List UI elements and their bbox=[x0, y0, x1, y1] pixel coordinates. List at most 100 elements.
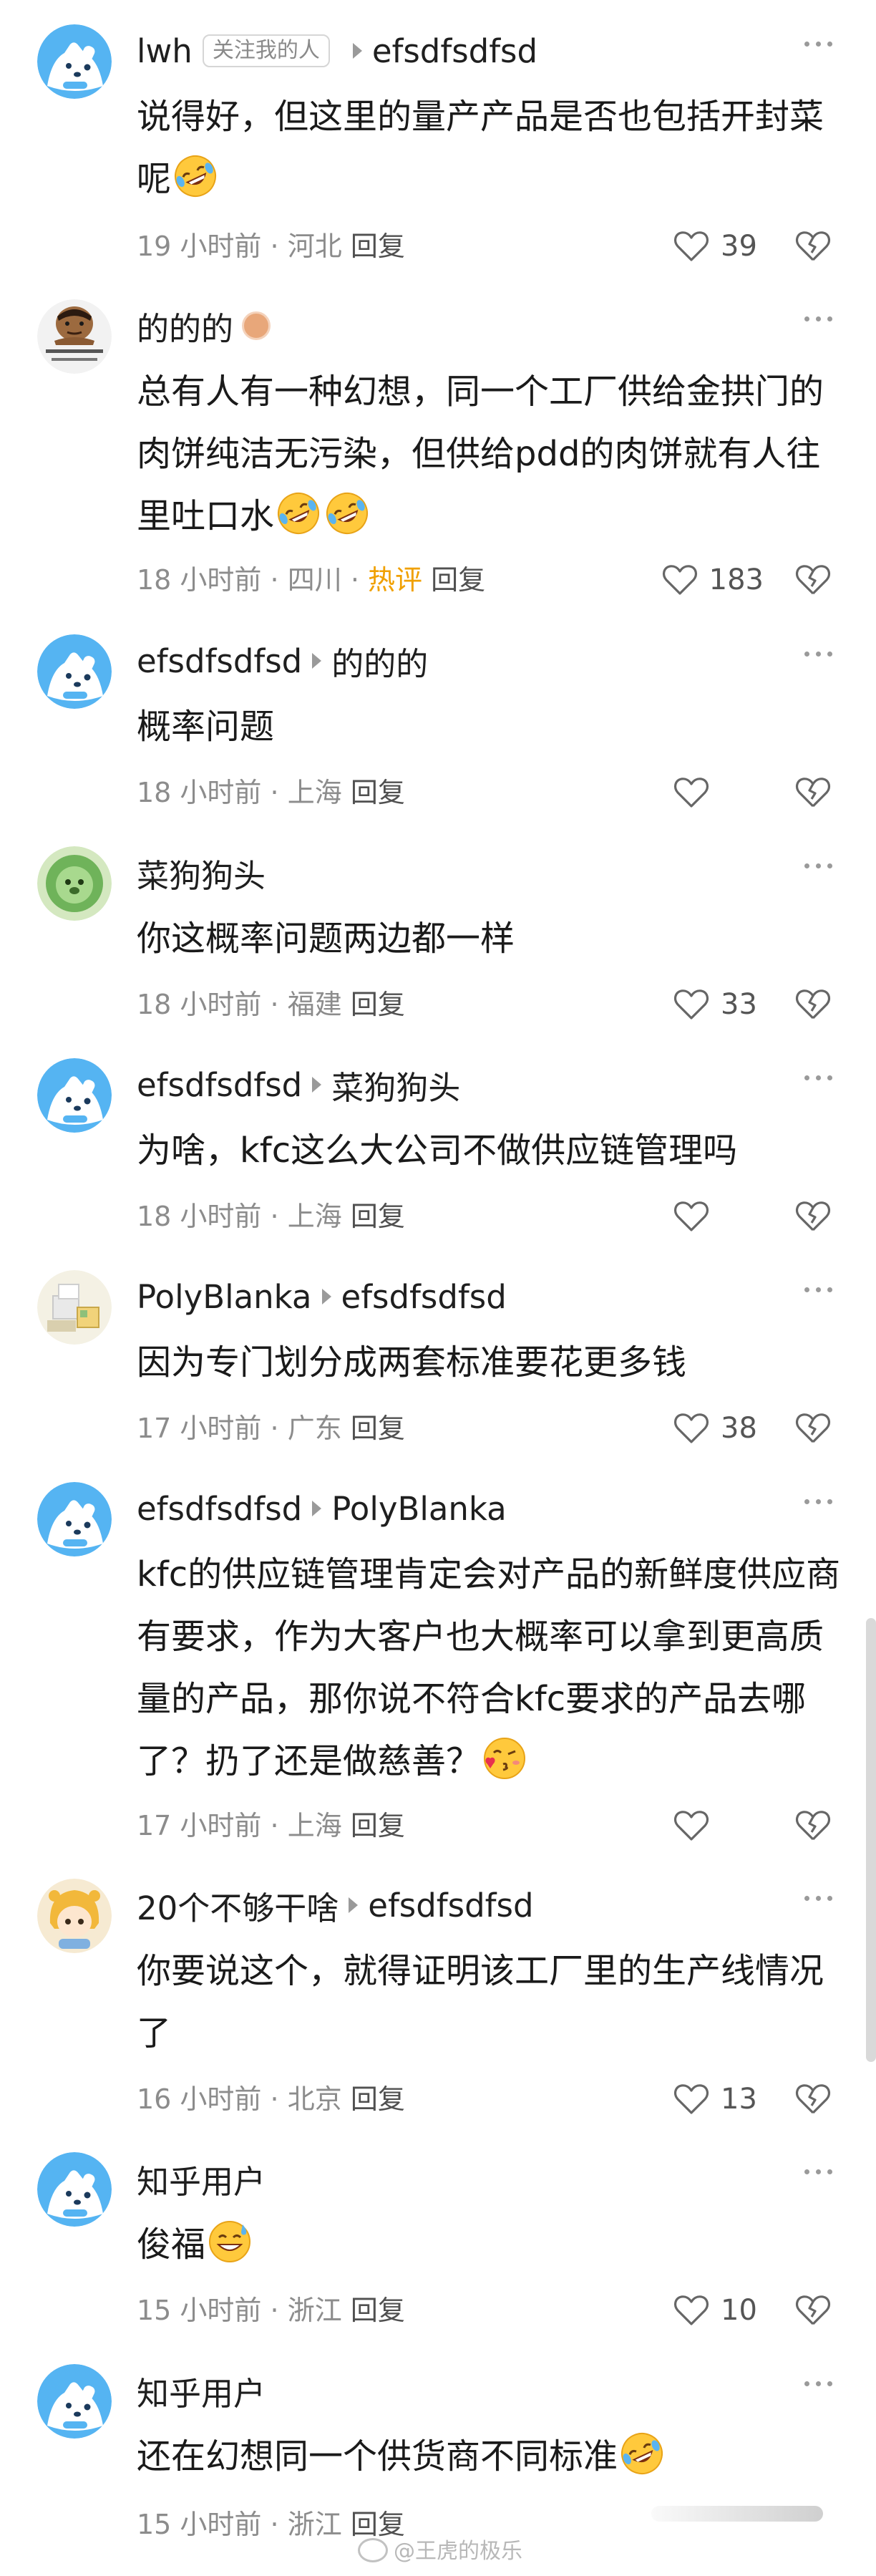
green-lion-avatar[interactable] bbox=[37, 846, 112, 921]
watermark-text: @王虎的极乐 bbox=[394, 2539, 522, 2564]
comment-region: 四川 bbox=[287, 564, 342, 596]
comment-text: 还在幻想同一个供货商不同标准 bbox=[137, 2436, 618, 2476]
more-options-icon[interactable] bbox=[804, 1896, 832, 1901]
cartoon-dog-avatar[interactable] bbox=[37, 24, 112, 99]
like-button[interactable]: 38 bbox=[672, 1409, 764, 1448]
more-options-icon[interactable] bbox=[804, 1499, 832, 1504]
dislike-button[interactable] bbox=[794, 2291, 832, 2330]
comment-text: 俊福 bbox=[137, 2224, 206, 2265]
cartoon-dog-avatar[interactable] bbox=[37, 2152, 112, 2227]
heart-icon bbox=[672, 2291, 711, 2330]
more-options-icon[interactable] bbox=[804, 42, 832, 47]
boxes-avatar[interactable] bbox=[37, 1270, 112, 1345]
cartoon-dog-avatar[interactable] bbox=[37, 2364, 112, 2439]
more-options-icon[interactable] bbox=[804, 2169, 832, 2174]
reply-button[interactable]: 回复 bbox=[351, 2083, 405, 2115]
heart-icon bbox=[672, 2080, 711, 2119]
reply-to-username[interactable]: efsdfsdfsd bbox=[341, 1278, 507, 1316]
reply-button[interactable]: 回复 bbox=[351, 1201, 405, 1232]
more-options-icon[interactable] bbox=[804, 1075, 832, 1080]
comment-actions bbox=[672, 771, 832, 814]
reply-to-username[interactable]: efsdfsdfsd bbox=[368, 1887, 533, 1924]
reply-arrow-icon bbox=[349, 1897, 359, 1913]
reply-button[interactable]: 回复 bbox=[351, 989, 405, 1020]
username[interactable]: 知乎用户 bbox=[137, 2368, 266, 2414]
more-options-icon[interactable] bbox=[804, 2381, 832, 2386]
comment-meta: 18 小时前 · 上海 回复 bbox=[137, 1195, 405, 1238]
comment-region: 福建 bbox=[287, 989, 342, 1020]
more-options-icon[interactable] bbox=[804, 1287, 832, 1292]
dislike-button[interactable] bbox=[794, 227, 832, 266]
dislike-button[interactable] bbox=[794, 2080, 832, 2119]
reply-to-username[interactable]: 菜狗狗头 bbox=[331, 1062, 460, 1108]
username[interactable]: 的的的 bbox=[137, 303, 233, 349]
username[interactable]: lwh bbox=[137, 32, 193, 70]
comment-header: efsdfsdfsd 的的的 bbox=[137, 634, 428, 687]
like-button[interactable] bbox=[672, 773, 764, 812]
scrollbar[interactable] bbox=[866, 1618, 876, 2062]
comment-header: lwh 关注我的人 efsdfsdfsd bbox=[137, 24, 537, 77]
meta-separator: · bbox=[270, 777, 279, 808]
like-count: 10 bbox=[721, 2294, 757, 2327]
cartoon-dog-avatar[interactable] bbox=[37, 1482, 112, 1556]
broken-heart-icon bbox=[794, 1806, 832, 1845]
comment-text-block: 俊福 bbox=[137, 2214, 842, 2276]
broken-heart-icon bbox=[794, 2080, 832, 2119]
broken-heart-icon bbox=[794, 561, 832, 599]
reply-to-username[interactable]: PolyBlanka bbox=[331, 1490, 507, 1528]
username[interactable]: PolyBlanka bbox=[137, 1278, 312, 1316]
reply-button[interactable]: 回复 bbox=[351, 777, 405, 808]
username[interactable]: efsdfsdfsd bbox=[137, 642, 302, 680]
comment-header: PolyBlanka efsdfsdfsd bbox=[137, 1270, 507, 1323]
reply-arrow-icon bbox=[312, 653, 322, 669]
dislike-button[interactable] bbox=[794, 1409, 832, 1448]
more-options-icon[interactable] bbox=[804, 316, 832, 321]
comment-actions bbox=[672, 1804, 832, 1847]
like-button[interactable] bbox=[672, 1197, 764, 1236]
username[interactable]: efsdfsdfsd bbox=[137, 1490, 302, 1528]
reply-button[interactable]: 回复 bbox=[351, 1810, 405, 1841]
dislike-button[interactable] bbox=[794, 985, 832, 1024]
heart-icon bbox=[672, 985, 711, 1024]
heart-icon bbox=[672, 1409, 711, 1448]
broken-heart-icon bbox=[794, 1197, 832, 1236]
comment-text: 说得好，但这里的量产产品是否也包括开封菜呢 bbox=[137, 97, 824, 199]
reply-button[interactable]: 回复 bbox=[351, 2295, 405, 2326]
like-button[interactable]: 13 bbox=[672, 2080, 764, 2119]
comment-region: 浙江 bbox=[287, 2509, 342, 2540]
reply-arrow-icon bbox=[321, 1289, 331, 1304]
like-button[interactable]: 10 bbox=[672, 2291, 764, 2330]
more-options-icon[interactable] bbox=[804, 863, 832, 868]
watermark: @王虎的极乐 bbox=[358, 2533, 522, 2565]
reply-to-username[interactable]: 的的的 bbox=[331, 638, 428, 684]
comment-region: 北京 bbox=[287, 2083, 342, 2115]
like-button[interactable]: 39 bbox=[672, 227, 764, 266]
dislike-button[interactable] bbox=[794, 773, 832, 812]
like-button[interactable] bbox=[672, 1806, 764, 1845]
heart-icon bbox=[672, 1806, 711, 1845]
comment-header: 菜狗狗头 bbox=[137, 846, 266, 899]
username[interactable]: efsdfsdfsd bbox=[137, 1066, 302, 1104]
like-button[interactable]: 183 bbox=[661, 561, 764, 599]
reply-button[interactable]: 回复 bbox=[351, 231, 405, 262]
cartoon-dog-avatar[interactable] bbox=[37, 634, 112, 709]
username[interactable]: 20个不够干啥 bbox=[137, 1882, 339, 1929]
reply-to-username[interactable]: efsdfsdfsd bbox=[372, 32, 537, 70]
dislike-button[interactable] bbox=[794, 561, 832, 599]
username[interactable]: 菜狗狗头 bbox=[137, 850, 266, 896]
comment-time: 18 小时前 bbox=[137, 777, 262, 808]
more-options-icon[interactable] bbox=[804, 652, 832, 657]
dislike-button[interactable] bbox=[794, 1197, 832, 1236]
rofl-emoji-icon bbox=[619, 2431, 665, 2476]
dislike-button[interactable] bbox=[794, 1806, 832, 1845]
cartoon-dog-avatar[interactable] bbox=[37, 1058, 112, 1133]
comment-meta: 18 小时前 · 福建 回复 bbox=[137, 983, 405, 1026]
username[interactable]: 知乎用户 bbox=[137, 2156, 266, 2202]
anime-girl-avatar[interactable] bbox=[37, 1879, 112, 1953]
like-count: 183 bbox=[709, 563, 764, 596]
reply-button[interactable]: 回复 bbox=[431, 564, 485, 596]
like-button[interactable]: 33 bbox=[672, 985, 764, 1024]
reply-button[interactable]: 回复 bbox=[351, 1413, 405, 1444]
man-meme-avatar[interactable] bbox=[37, 299, 112, 374]
heart-icon bbox=[672, 227, 711, 266]
